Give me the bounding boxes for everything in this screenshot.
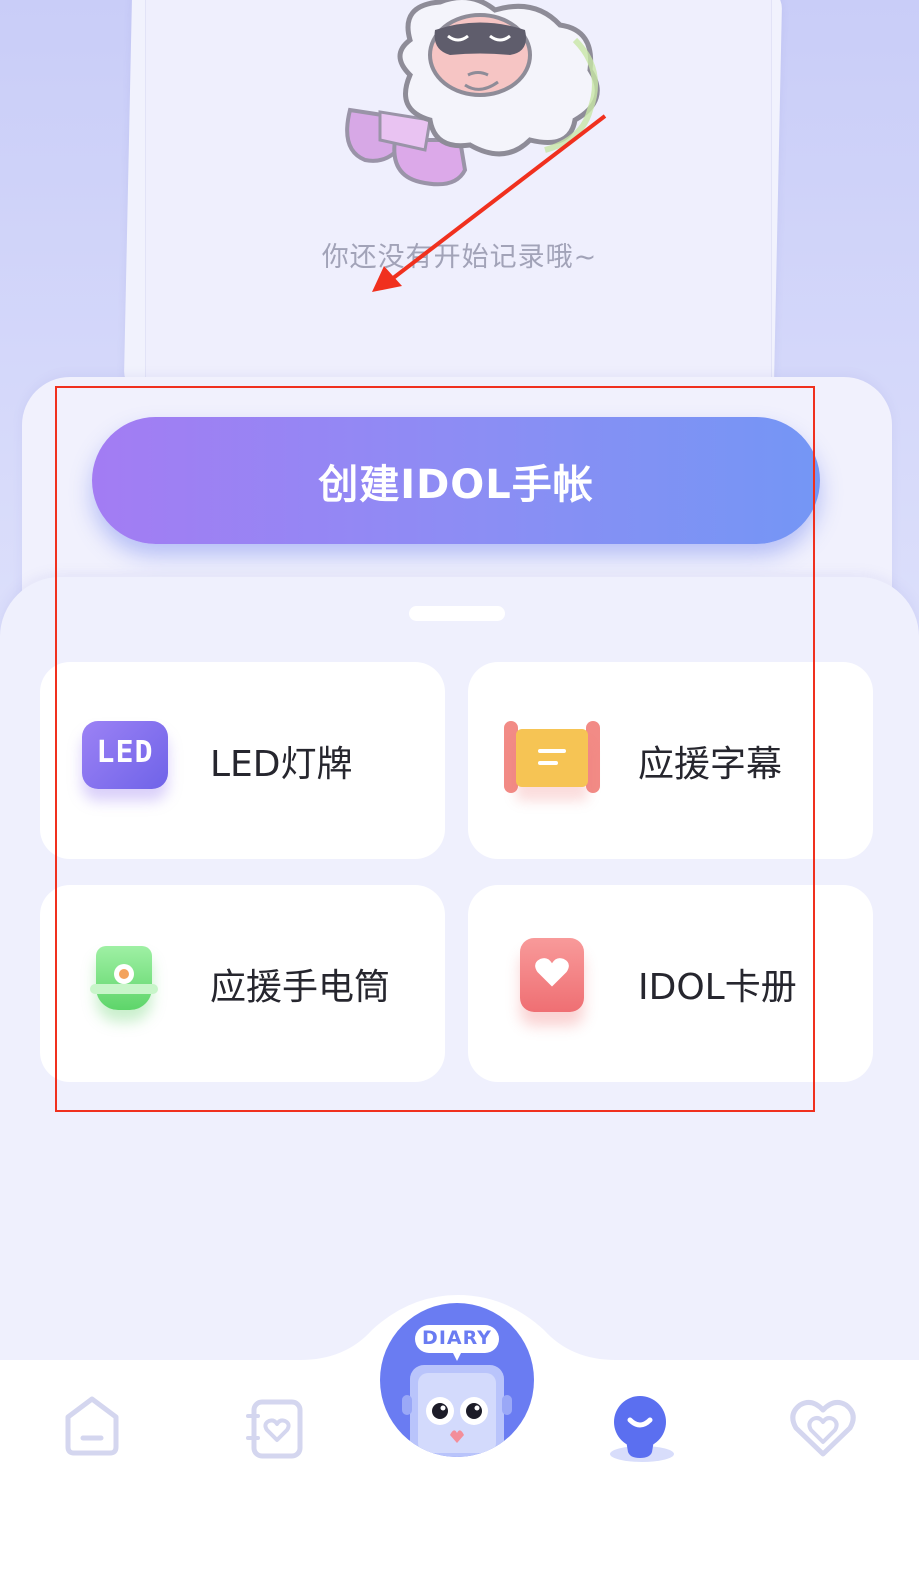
lightbulb-icon[interactable]	[604, 1392, 678, 1468]
annotation-arrow	[372, 114, 607, 292]
home-icon[interactable]	[62, 1395, 122, 1457]
heart-notebook-icon[interactable]	[246, 1398, 306, 1460]
annotation-highlight-box	[55, 386, 815, 1112]
diary-center-button[interactable]: DIARY	[380, 1303, 534, 1457]
diary-badge-text: DIARY	[422, 1327, 492, 1349]
heart-icon[interactable]	[790, 1398, 856, 1458]
